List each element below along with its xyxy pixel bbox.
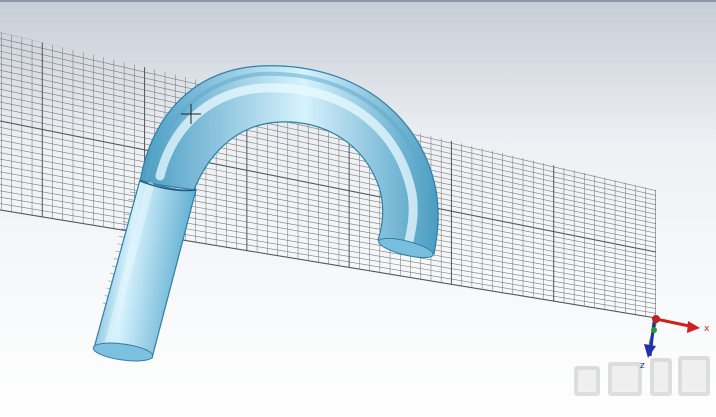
3d-scene[interactable] <box>0 0 716 417</box>
axes-y-marker <box>651 327 657 333</box>
z-axis-label: z <box>640 361 645 371</box>
axes-origin <box>652 315 660 323</box>
x-axis-label: x <box>704 324 710 334</box>
3d-viewport[interactable]: x z <box>0 0 716 417</box>
viewport-top-border <box>0 0 716 2</box>
